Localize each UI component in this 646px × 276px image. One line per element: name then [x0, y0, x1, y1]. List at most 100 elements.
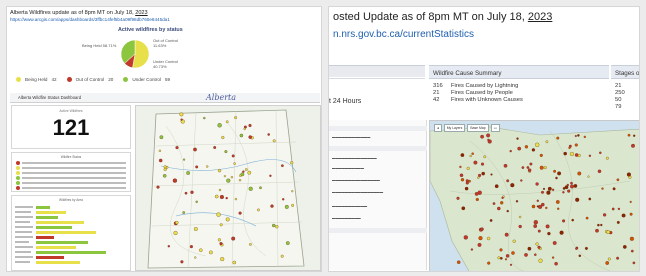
fire-marker — [240, 172, 245, 177]
fire-marker — [195, 165, 199, 169]
fire-marker — [272, 139, 276, 143]
status-pie-chart — [120, 39, 150, 69]
fire-marker — [464, 186, 469, 191]
fire-marker — [539, 165, 544, 170]
fire-marker — [533, 220, 538, 225]
fire-marker — [534, 253, 537, 256]
fire-marker — [629, 200, 632, 203]
bc-wildfire-map[interactable]: ◂ My Layers Base Map ▭ — [429, 120, 640, 272]
fire-marker — [477, 242, 482, 247]
fire-marker — [537, 245, 541, 249]
alberta-dashboard-link[interactable]: https://www.arcgis.com/apps/dashboards/3… — [10, 17, 170, 22]
fire-marker — [158, 158, 163, 163]
fire-marker — [456, 260, 461, 264]
map-back-button[interactable]: ◂ — [434, 124, 442, 132]
fire-marker — [209, 250, 213, 255]
bc-map-canvas[interactable] — [430, 121, 640, 272]
fire-marker — [597, 223, 600, 227]
fire-marker — [203, 116, 206, 120]
alberta-title-year: 2023 — [135, 10, 148, 16]
fire-marker — [554, 261, 558, 266]
bar — [36, 261, 80, 264]
fire-marker — [632, 261, 636, 265]
fire-marker — [194, 256, 197, 259]
fire-marker — [607, 257, 611, 261]
fire-marker — [629, 212, 633, 216]
fire-marker — [630, 249, 634, 253]
bar — [36, 251, 106, 254]
fire-marker — [463, 235, 468, 240]
fire-marker — [542, 187, 546, 190]
fire-marker — [543, 166, 547, 170]
panel-line: ▬▬▬▬▬▬▬▬▬▬▬ — [332, 204, 368, 208]
list-item — [16, 161, 126, 165]
fire-marker — [627, 133, 631, 137]
fire-marker — [180, 260, 184, 264]
fire-marker — [575, 197, 580, 202]
fire-marker — [605, 261, 610, 265]
fire-marker — [172, 178, 178, 183]
stage-count: 21 — [615, 83, 622, 89]
cause-summary-header: Wildfire Cause Summary — [429, 65, 609, 79]
fire-marker — [520, 179, 523, 182]
fire-marker — [574, 134, 577, 138]
fire-marker — [281, 164, 284, 168]
fire-marker — [226, 178, 231, 183]
legend-out-of-control-value: 20 — [108, 77, 114, 82]
fire-marker — [616, 256, 620, 260]
fire-marker — [269, 174, 272, 177]
bar — [36, 221, 84, 224]
fire-marker — [518, 224, 522, 229]
fire-marker — [487, 261, 491, 265]
fire-marker — [587, 175, 590, 178]
fire-marker — [563, 151, 567, 156]
fire-marker — [231, 236, 236, 241]
wildfire-status-list: Wildfire Status — [11, 152, 131, 192]
fire-marker — [468, 179, 471, 183]
fire-marker — [559, 230, 564, 235]
fire-marker — [497, 256, 501, 260]
fire-marker — [487, 138, 490, 142]
fire-marker — [217, 168, 222, 173]
alberta-map-canvas[interactable] — [136, 106, 321, 271]
fire-marker — [492, 202, 496, 205]
fire-marker — [213, 146, 217, 149]
fire-marker — [219, 242, 223, 246]
fire-marker — [163, 165, 167, 169]
bc-left-table-header — [329, 65, 425, 77]
legend-under-control-value: 59 — [164, 77, 171, 82]
fire-marker — [480, 162, 485, 166]
fire-marker — [182, 211, 186, 214]
active-wildfires-label: Active Wildfires — [59, 109, 83, 113]
panel-bar — [329, 126, 427, 131]
fire-marker — [470, 248, 474, 251]
bar — [36, 256, 64, 259]
fire-marker — [490, 173, 493, 176]
fire-marker — [622, 245, 627, 249]
my-layers-button[interactable]: My Layers — [443, 124, 466, 132]
fire-marker — [242, 170, 245, 173]
fire-marker — [186, 171, 190, 175]
fire-marker — [583, 135, 586, 139]
fire-marker — [605, 156, 609, 160]
legend-icon[interactable]: ▭ — [490, 124, 500, 132]
stage-count: 250 — [615, 90, 625, 96]
fire-marker — [159, 135, 164, 140]
fire-marker — [506, 179, 510, 183]
fire-marker — [600, 223, 603, 227]
fire-marker — [545, 206, 548, 210]
area-bar-chart — [15, 206, 106, 264]
alberta-screenshot[interactable]: Alberta Wildfires update as of 8pm MT on… — [6, 6, 322, 272]
bc-stats-link[interactable]: n.nrs.gov.bc.ca/currentStatistics — [333, 29, 474, 40]
fire-marker — [595, 228, 599, 233]
legend-under-control: Under Control — [132, 77, 161, 82]
fire-marker — [466, 166, 470, 170]
fire-marker — [617, 207, 621, 211]
alberta-wildfire-map[interactable] — [135, 105, 321, 271]
base-map-button[interactable]: Base Map — [467, 124, 489, 132]
fire-marker — [459, 173, 464, 178]
panel-bar — [329, 146, 427, 151]
legend-being-held-value: 42 — [51, 77, 57, 82]
bc-screenshot[interactable]: osted Update as of 8pm MT on July 18, 20… — [328, 6, 640, 272]
bar — [36, 211, 66, 214]
